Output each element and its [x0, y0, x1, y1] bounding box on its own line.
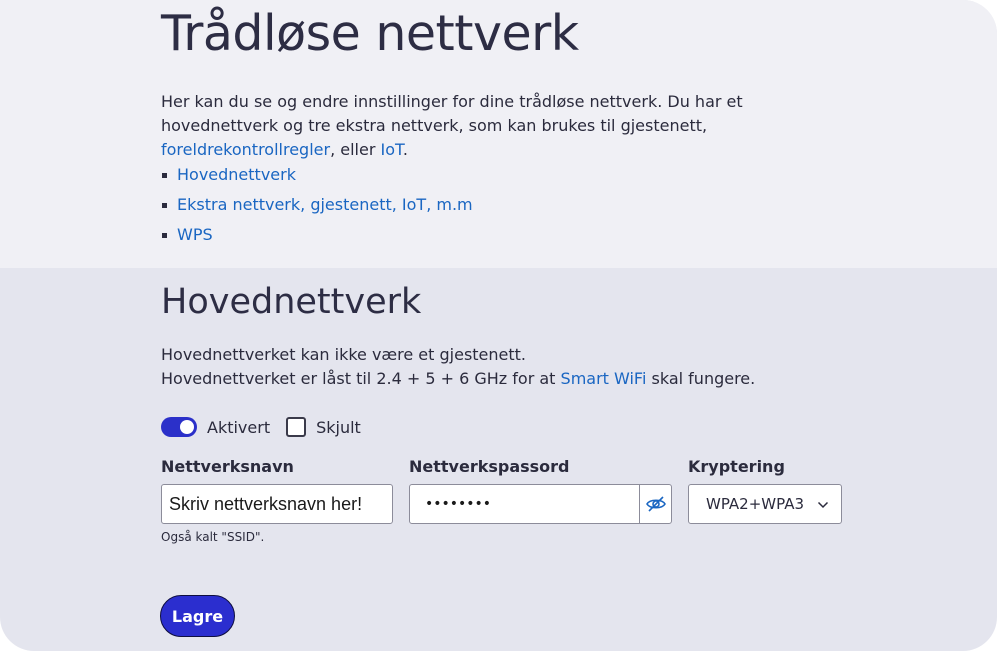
iot-link[interactable]: IoT	[380, 140, 402, 159]
toc-item: Hovednettverk	[161, 160, 473, 190]
main-network-description: Hovednettverket kan ikke være et gjesten…	[161, 343, 755, 391]
save-button[interactable]: Lagre	[160, 595, 235, 637]
intro-text-2: , eller	[330, 140, 381, 159]
encryption-label: Kryptering	[688, 457, 785, 476]
parental-control-link[interactable]: foreldrekontrollregler	[161, 140, 330, 159]
ssid-label: Nettverksnavn	[161, 457, 294, 476]
desc-line-2: Hovednettverket er låst til 2.4 + 5 + 6 …	[161, 369, 561, 388]
toc-link-wps[interactable]: WPS	[177, 225, 213, 244]
password-label: Nettverkspassord	[409, 457, 570, 476]
ssid-value: Skriv nettverksnavn her!	[169, 493, 363, 514]
encryption-select[interactable]: WPA2+WPA3	[688, 484, 842, 524]
desc-line-1: Hovednettverket kan ikke være et gjesten…	[161, 345, 527, 364]
hidden-label: Skjult	[316, 417, 361, 437]
toc-item: WPS	[161, 220, 473, 250]
hidden-checkbox[interactable]	[286, 417, 307, 437]
desc-line-2-end: skal fungere.	[646, 369, 756, 388]
main-network-heading: Hovednettverk	[161, 282, 422, 322]
table-of-contents: Hovednettverk Ekstra nettverk, gjestenet…	[161, 160, 473, 250]
intro-text-3: .	[402, 140, 408, 159]
password-input[interactable]: ••••••••	[409, 484, 672, 524]
enabled-toggle[interactable]	[161, 417, 197, 437]
toc-item: Ekstra nettverk, gjestenett, IoT, m.m	[161, 190, 473, 220]
chevron-down-icon	[817, 495, 829, 513]
enabled-label: Aktivert	[207, 417, 271, 437]
password-value: ••••••••	[425, 496, 492, 512]
page-title: Trådløse nettverk	[161, 5, 579, 62]
network-options-row: Aktivert Skjult	[161, 414, 361, 440]
eye-off-icon[interactable]	[639, 485, 671, 523]
ssid-hint: Også kalt "SSID".	[161, 530, 265, 544]
toc-link-extra-networks[interactable]: Ekstra nettverk, gjestenett, IoT, m.m	[177, 195, 473, 214]
intro-text-1: Her kan du se og endre innstillinger for…	[161, 92, 743, 135]
page-frame: Trådløse nettverk Her kan du se og endre…	[0, 0, 997, 651]
ssid-input[interactable]: Skriv nettverksnavn her!	[161, 484, 393, 524]
toggle-knob	[180, 420, 194, 434]
intro-text: Her kan du se og endre innstillinger for…	[161, 90, 841, 162]
encryption-value: WPA2+WPA3	[706, 495, 805, 513]
toc-link-main-network[interactable]: Hovednettverk	[177, 165, 296, 184]
smart-wifi-link[interactable]: Smart WiFi	[561, 369, 647, 388]
